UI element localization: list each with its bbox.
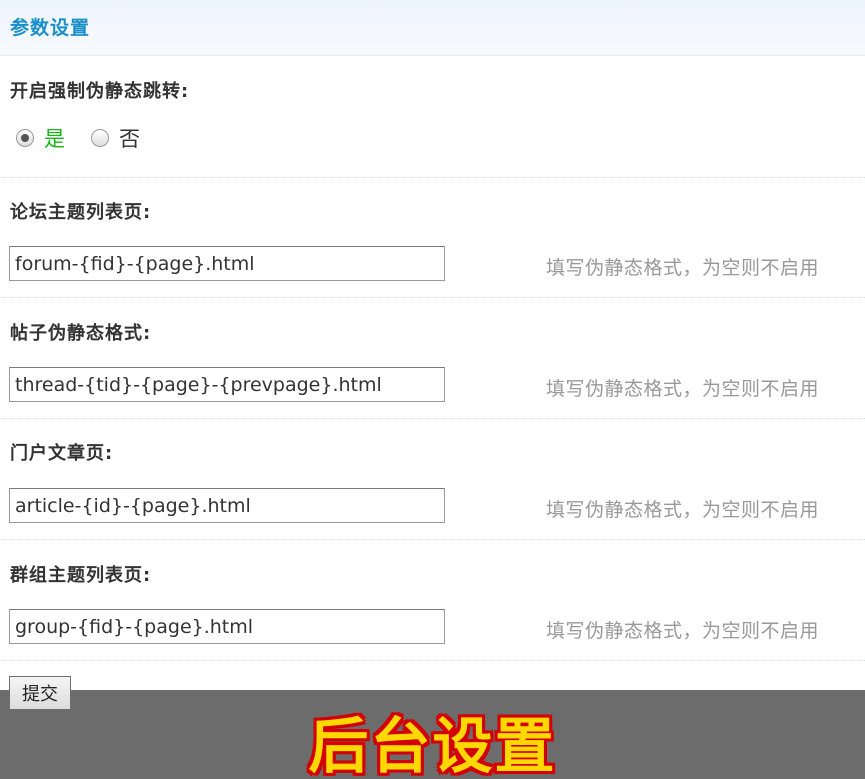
divider	[0, 539, 865, 540]
divider	[0, 297, 865, 298]
thread-format-input[interactable]	[9, 367, 445, 402]
submit-button[interactable]: 提交	[9, 676, 71, 710]
overlay-banner: 后台设置	[0, 690, 865, 779]
divider	[0, 418, 865, 419]
radio-no-label[interactable]: 否	[119, 123, 140, 153]
group-list-hint: 填写伪静态格式，为空则不启用	[546, 620, 820, 642]
forum-list-label: 论坛主题列表页:	[10, 202, 152, 223]
force-rewrite-label: 开启强制伪静态跳转:	[10, 81, 190, 102]
radio-yes-label[interactable]: 是	[44, 123, 65, 153]
overlay-banner-text: 后台设置	[308, 712, 557, 779]
article-page-input[interactable]	[9, 488, 445, 523]
forum-list-hint: 填写伪静态格式，为空则不启用	[546, 257, 820, 279]
article-page-hint: 填写伪静态格式，为空则不启用	[546, 499, 820, 521]
group-list-input[interactable]	[9, 609, 445, 644]
radio-no[interactable]	[91, 129, 109, 147]
force-rewrite-radio-group: 是 否	[16, 124, 166, 152]
article-page-label: 门户文章页:	[10, 443, 114, 464]
panel-title: 参数设置	[10, 17, 91, 39]
divider	[0, 660, 865, 661]
thread-format-hint: 填写伪静态格式，为空则不启用	[546, 378, 820, 400]
panel-header: 参数设置	[0, 0, 865, 56]
thread-format-label: 帖子伪静态格式:	[10, 323, 152, 344]
divider	[0, 177, 865, 178]
radio-yes[interactable]	[16, 129, 34, 147]
group-list-label: 群组主题列表页:	[10, 565, 152, 586]
forum-list-input[interactable]	[9, 246, 445, 281]
